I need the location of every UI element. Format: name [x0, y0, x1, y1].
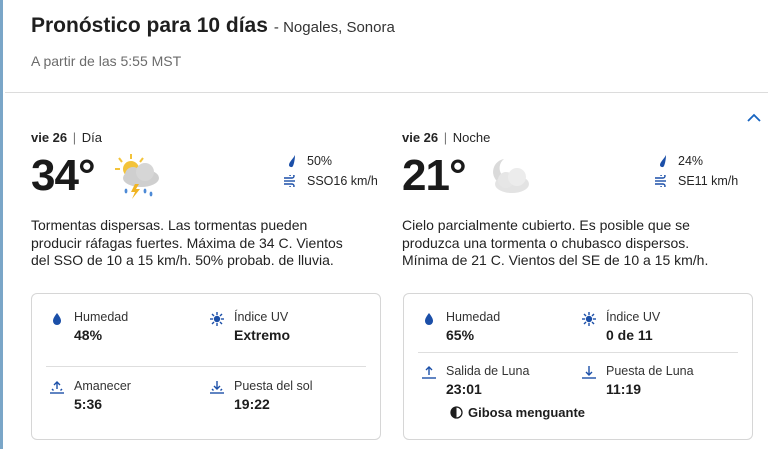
- uv-label: Índice UV: [606, 310, 661, 324]
- left-edge-strip: [0, 0, 3, 449]
- thunderstorm-sun-icon: [115, 154, 159, 199]
- location-name: - Nogales, Sonora: [273, 19, 395, 36]
- day-name: vie 26: [31, 130, 68, 145]
- humidity-label: Humedad: [74, 310, 129, 324]
- wind-icon: [655, 175, 666, 187]
- sunrise-value: 5:36: [74, 396, 103, 412]
- uv-sun-icon: [210, 312, 224, 326]
- precip-chance: 24%: [678, 154, 704, 168]
- day-forecast: vie 26 | Día 34° 50% SSO16 km/h Tormenta…: [31, 130, 383, 270]
- raindrop-icon: [660, 155, 666, 168]
- moonset-icon: [582, 366, 596, 379]
- as-of-time: A partir de las 5:55 MST: [31, 53, 182, 69]
- uv-sun-icon: [582, 312, 596, 326]
- moonrise-label: Salida de Luna: [446, 364, 530, 378]
- forecast-header: Pronóstico para 10 días - Nogales, Sonor…: [31, 14, 758, 38]
- precip-wind-summary: 50% SSO16 km/h: [273, 151, 383, 191]
- uv-value: Extremo: [234, 327, 291, 343]
- temperature: 34°: [31, 151, 96, 200]
- moon-phase-icon: [450, 406, 463, 419]
- partly-cloudy-moon-icon: [493, 159, 529, 193]
- details-divider: [418, 352, 738, 353]
- humidity-drop-icon: [53, 313, 61, 325]
- uv-label: Índice UV: [234, 310, 289, 324]
- separator: |: [72, 130, 77, 145]
- sunrise-icon: [50, 381, 64, 394]
- precip-chance: 50%: [307, 154, 333, 168]
- moonrise-icon: [422, 366, 436, 379]
- day-details-card: Humedad 48% Índice UV Extremo Amanecer 5…: [31, 293, 381, 440]
- sunrise-label: Amanecer: [74, 379, 131, 393]
- sunset-value: 19:22: [234, 396, 270, 412]
- humidity-label: Humedad: [446, 310, 501, 324]
- separator: |: [443, 130, 448, 145]
- humidity-value: 48%: [74, 327, 103, 343]
- page-title: Pronóstico para 10 días: [31, 14, 268, 37]
- sunset-label: Puesta del sol: [234, 379, 313, 393]
- moonset-value: 11:19: [606, 381, 642, 397]
- humidity-drop-icon: [425, 313, 433, 325]
- forecast-narrative: Cielo parcialmente cubierto. Es posible …: [402, 217, 709, 268]
- sunset-icon: [210, 381, 224, 394]
- wind-speed: SSO16 km/h: [307, 174, 378, 188]
- moon-phase-label: Gibosa menguante: [468, 405, 586, 420]
- night-forecast: vie 26 | Noche 21° 24% SE11 km/h Cielo p…: [402, 130, 754, 270]
- moonset-label: Puesta de Luna: [606, 364, 694, 378]
- forecast-narrative: Tormentas dispersas. Las tormentas puede…: [31, 217, 343, 268]
- temperature: 21°: [402, 151, 467, 200]
- moonrise-value: 23:01: [446, 381, 482, 397]
- humidity-value: 65%: [446, 327, 475, 343]
- precip-wind-summary: 24% SE11 km/h: [644, 151, 754, 191]
- night-details-card: Humedad 65% Índice UV 0 de 11 Salida de …: [403, 293, 753, 440]
- daypart-name: Noche: [452, 130, 491, 145]
- header-divider: [5, 92, 768, 93]
- moon-phase: Gibosa menguante: [450, 405, 585, 420]
- daypart-name: Día: [81, 130, 103, 145]
- wind-speed: SE11 km/h: [678, 174, 739, 188]
- details-divider: [46, 366, 366, 367]
- chevron-up-icon[interactable]: [747, 113, 761, 123]
- daypart-label: vie 26 | Noche: [402, 130, 754, 145]
- wind-icon: [284, 175, 295, 187]
- uv-value: 0 de 11: [606, 327, 653, 343]
- raindrop-icon: [289, 155, 295, 168]
- day-name: vie 26: [402, 130, 439, 145]
- daypart-label: vie 26 | Día: [31, 130, 383, 145]
